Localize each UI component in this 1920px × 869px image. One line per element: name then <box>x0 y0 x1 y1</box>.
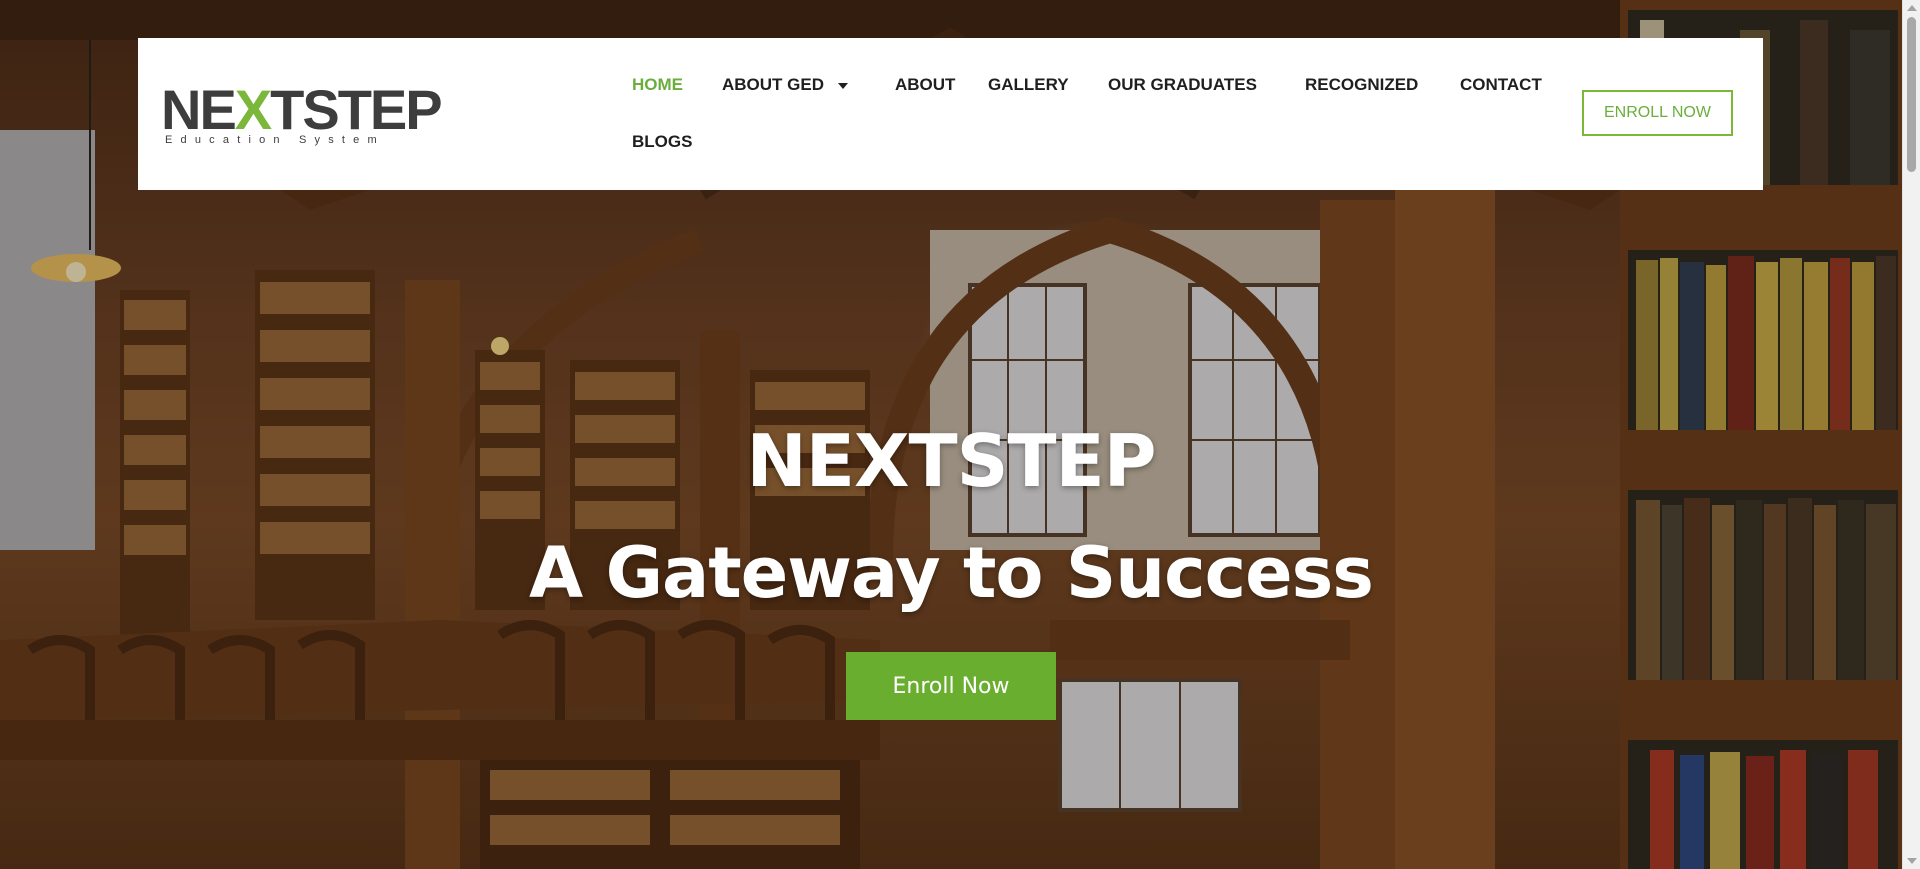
logo-tagline: Education System <box>165 134 385 146</box>
hero-title: NEXTSTEP <box>746 419 1157 503</box>
hero-subtitle: A Gateway to Success <box>529 532 1374 614</box>
nav-item-contact[interactable]: CONTACT <box>1460 75 1542 95</box>
main-navigation: HOME ABOUT GED ABOUT GALLERY OUR GRADUAT… <box>495 38 1542 190</box>
nav-item-about-ged[interactable]: ABOUT GED <box>722 75 848 95</box>
site-header: NEXTSTEP Education System HOME ABOUT GED… <box>138 38 1763 190</box>
enroll-now-hero-button[interactable]: Enroll Now <box>846 652 1056 720</box>
logo-wordmark: NEXTSTEP <box>161 78 443 141</box>
page-scrollbar[interactable] <box>1902 0 1920 869</box>
nav-item-recognized[interactable]: RECOGNIZED <box>1305 75 1418 95</box>
nav-item-gallery[interactable]: GALLERY <box>988 75 1069 95</box>
nav-item-label: ABOUT GED <box>722 75 824 94</box>
nav-item-our-graduates[interactable]: OUR GRADUATES <box>1108 75 1257 95</box>
scroll-thumb[interactable] <box>1907 17 1916 172</box>
arrow-up-icon[interactable] <box>1907 5 1917 11</box>
nextstep-logo[interactable]: NEXTSTEP Education System <box>161 78 443 150</box>
chevron-down-icon[interactable] <box>838 82 848 89</box>
nav-item-home[interactable]: HOME <box>632 75 683 95</box>
enroll-now-header-button[interactable]: ENROLL NOW <box>1582 90 1733 136</box>
nav-item-about[interactable]: ABOUT <box>895 75 955 95</box>
arrow-down-icon[interactable] <box>1907 858 1917 864</box>
nav-item-blogs[interactable]: BLOGS <box>632 132 692 152</box>
